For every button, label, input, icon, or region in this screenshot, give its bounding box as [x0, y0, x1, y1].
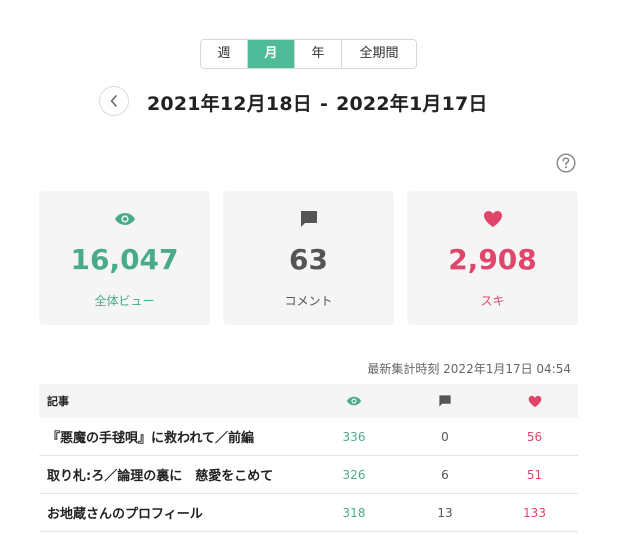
table-row: 取り札:ろ／論理の裏に 慈愛をこめて 326 6 51: [39, 456, 578, 494]
article-views-count: 318: [342, 505, 366, 520]
comments-card: 63 コメント: [223, 191, 394, 325]
article-title-link[interactable]: 取り札:ろ／論理の裏に 慈愛をこめて: [39, 465, 309, 484]
tab-week[interactable]: 週: [201, 40, 248, 68]
comments-total-label: コメント: [284, 294, 333, 308]
article-comments-count: 6: [441, 467, 449, 482]
date-range-end: 2022年1月17日: [336, 93, 488, 115]
comment-icon: [300, 211, 317, 227]
tab-month[interactable]: 月: [248, 40, 295, 68]
help-icon[interactable]: [556, 153, 576, 173]
eye-icon: [346, 396, 362, 406]
article-title-link[interactable]: 『悪魔の手毬唄』に救われて／前編: [39, 427, 309, 446]
date-range-separator: -: [319, 93, 329, 115]
article-likes-count: 51: [526, 467, 543, 482]
table-row: 『悪魔の手毬唄』に救われて／前編 336 0 56: [39, 418, 578, 456]
article-views-count: 336: [342, 429, 366, 444]
column-header-comments[interactable]: [399, 394, 491, 408]
table-row: お地蔵さんのプロフィール 318 13 133: [39, 494, 578, 532]
period-tabs: 週 月 年 全期間: [200, 39, 417, 69]
date-range-start: 2021年12月18日: [147, 93, 312, 115]
column-header-likes[interactable]: [491, 395, 578, 408]
article-comments-count: 0: [441, 429, 449, 444]
last-updated-text: 最新集計時刻 2022年1月17日 04:54: [367, 362, 571, 376]
views-total-value: 16,047: [70, 243, 179, 276]
article-likes-count: 133: [523, 505, 546, 520]
column-header-article: 記事: [47, 395, 69, 408]
articles-table: 記事 『悪魔の手毬唄』に救われて／前編 336 0 56 取り札:ろ／論理の裏に…: [39, 384, 578, 532]
views-total-label: 全体ビュー: [94, 294, 155, 308]
comment-icon: [439, 395, 451, 407]
article-comments-count: 13: [437, 505, 453, 520]
tab-year[interactable]: 年: [295, 40, 342, 68]
table-header: 記事: [39, 384, 578, 418]
views-card: 16,047 全体ビュー: [39, 191, 210, 325]
likes-total-label: スキ: [480, 294, 505, 308]
likes-total-value: 2,908: [448, 243, 537, 276]
column-header-views[interactable]: [309, 396, 399, 406]
likes-card: 2,908 スキ: [407, 191, 578, 325]
stats-page: 週 月 年 全期間 2021年12月18日 -2022年1月17日 16,047 …: [0, 0, 618, 536]
previous-period-button[interactable]: [99, 86, 129, 116]
date-range: 2021年12月18日 -2022年1月17日: [147, 89, 488, 116]
tab-all-time[interactable]: 全期間: [342, 40, 416, 68]
heart-icon: [528, 395, 541, 407]
article-title-link[interactable]: お地蔵さんのプロフィール: [39, 503, 309, 522]
article-views-count: 326: [342, 467, 366, 482]
comments-total-value: 63: [289, 243, 328, 276]
heart-icon: [483, 211, 502, 227]
chevron-left-icon: [110, 95, 117, 107]
article-likes-count: 56: [526, 429, 543, 444]
eye-icon: [114, 213, 135, 225]
